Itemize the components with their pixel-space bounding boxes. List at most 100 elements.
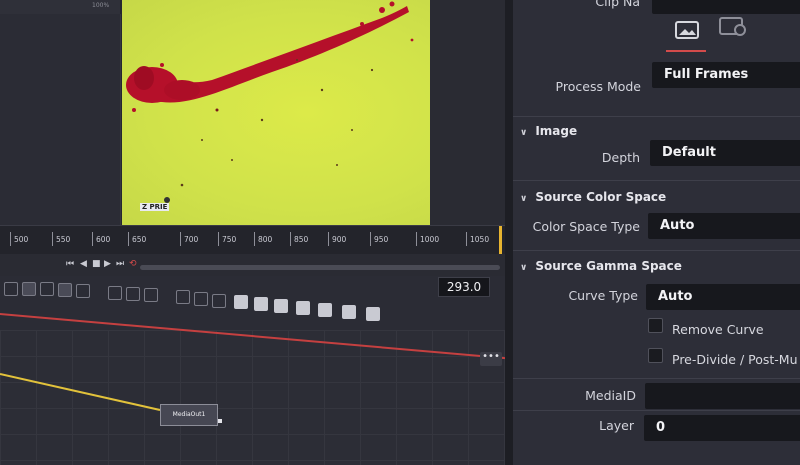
ruler-tick-label: 650 [132,235,147,244]
curve-type-dropdown[interactable]: Auto [646,284,800,310]
section-divider [513,116,800,117]
viewer-toolbar-strip: 100% [0,0,120,15]
paint-icon[interactable] [176,290,190,304]
source-gamma-space-title: Source Gamma Space [535,259,682,273]
source-gamma-space-header[interactable]: ∨ Source Gamma Space [520,259,682,273]
particles-icon[interactable] [194,292,208,306]
ruler-tick [328,232,329,246]
camera-3d-icon[interactable] [296,301,310,315]
section-divider [513,410,800,411]
playhead[interactable] [499,226,502,254]
section-divider [513,180,800,181]
color-space-type-label: Color Space Type [532,219,640,234]
media-id-field[interactable] [645,383,800,409]
ruler-tick-label: 900 [332,235,347,244]
depth-dropdown[interactable]: Default [650,140,800,166]
media-id-label: MediaID [585,388,636,403]
blood-splatter-image [126,1,414,207]
shape-3d-icon[interactable] [234,295,248,309]
active-tab-indicator [666,50,706,52]
zoom-readout[interactable]: 100% [92,2,109,9]
clip-name-label: Clip Na [595,0,640,9]
ruler-tick [416,232,417,246]
layer-field[interactable]: 0 [644,415,800,441]
polygon-mask-icon[interactable] [126,287,140,301]
image-section-title: Image [535,124,578,138]
image-tab-icon[interactable] [672,18,702,44]
ruler-tick [128,232,129,246]
ruler-tick [466,232,467,246]
viewer-right-gutter [430,0,505,225]
ruler-tick-label: 750 [222,235,237,244]
ruler-tick [290,232,291,246]
ruler-tick [92,232,93,246]
process-mode-label: Process Mode [555,79,641,94]
ruler-tick-label: 550 [56,235,71,244]
predivide-checkbox[interactable] [648,348,663,363]
ruler-tick [52,232,53,246]
ruler-tick-label: 600 [96,235,111,244]
settings-tab-icon[interactable] [718,14,748,40]
rectangle-mask-icon[interactable] [108,286,122,300]
ruler-tick-label: 1000 [420,235,440,244]
node-output-port[interactable] [218,419,222,423]
stop-button[interactable]: ■ [92,259,101,269]
panel-divider[interactable] [505,0,513,465]
process-mode-dropdown[interactable]: Full Frames [652,62,800,88]
ruler-tick-label: 850 [294,235,309,244]
tool-icon[interactable] [58,283,72,297]
ruler-tick [180,232,181,246]
viewer-left-panel [0,14,121,225]
source-color-space-title: Source Color Space [535,190,667,204]
clip-name-field[interactable] [652,0,800,14]
ruler-tick-label: 950 [374,235,389,244]
curve-type-label: Curve Type [568,288,638,303]
image-section-header[interactable]: ∨ Image [520,124,577,138]
ruler-tick-label: 1050 [470,235,490,244]
go-to-end-button[interactable]: ⏭ [116,259,124,269]
current-frame-field[interactable]: 293.0 [438,277,490,297]
scrub-bar[interactable] [140,265,500,270]
viewer-area: 100% Z PRIE [0,0,505,225]
depth-label: Depth [601,150,640,165]
merge-3d-icon[interactable] [254,297,268,311]
predivide-label: Pre-Divide / Post-Mu [672,352,798,367]
node-connection-line [0,373,161,411]
text-3d-icon[interactable] [274,299,288,313]
tool-icon[interactable] [40,282,54,296]
layer-label: Layer [599,418,634,433]
renderer-3d-icon[interactable] [318,303,332,317]
ruler-tick-label: 700 [184,235,199,244]
transform-icon[interactable] [144,288,158,302]
spotlight-icon[interactable] [366,307,380,321]
play-reverse-button[interactable]: ◀ [80,259,87,269]
media-out-node-label: MediaOut1 [172,411,206,418]
play-button[interactable]: ▶ [104,259,111,269]
ruler-tick [10,232,11,246]
ruler-tick-label: 800 [258,235,273,244]
media-out-node[interactable]: MediaOut1 [160,404,222,426]
section-divider [513,378,800,379]
ruler-tick [218,232,219,246]
chevron-down-icon: ∨ [520,263,528,273]
loop-button[interactable]: ⟲ [129,259,137,269]
tool-icon[interactable] [22,282,36,296]
chevron-down-icon: ∨ [520,194,528,204]
viewer-frame[interactable]: Z PRIE [122,0,430,225]
timeline-ruler[interactable]: 500 550 600 650 700 750 800 850 900 950 … [0,225,505,255]
logo-watermark: Z PRIE [140,203,170,211]
remove-curve-label: Remove Curve [672,322,764,337]
ruler-tick-label: 500 [14,235,29,244]
source-color-space-header[interactable]: ∨ Source Color Space [520,190,666,204]
section-divider [513,250,800,251]
node-editor-options-button[interactable]: ••• [480,352,502,366]
tool-icon[interactable] [76,284,90,298]
remove-curve-checkbox[interactable] [648,318,663,333]
light-3d-icon[interactable] [342,305,356,319]
color-space-type-dropdown[interactable]: Auto [648,213,800,239]
emitter-icon[interactable] [212,294,226,308]
tool-icon[interactable] [4,282,18,296]
go-to-start-button[interactable]: ⏮ [66,259,74,269]
chevron-down-icon: ∨ [520,128,528,138]
ruler-tick [370,232,371,246]
